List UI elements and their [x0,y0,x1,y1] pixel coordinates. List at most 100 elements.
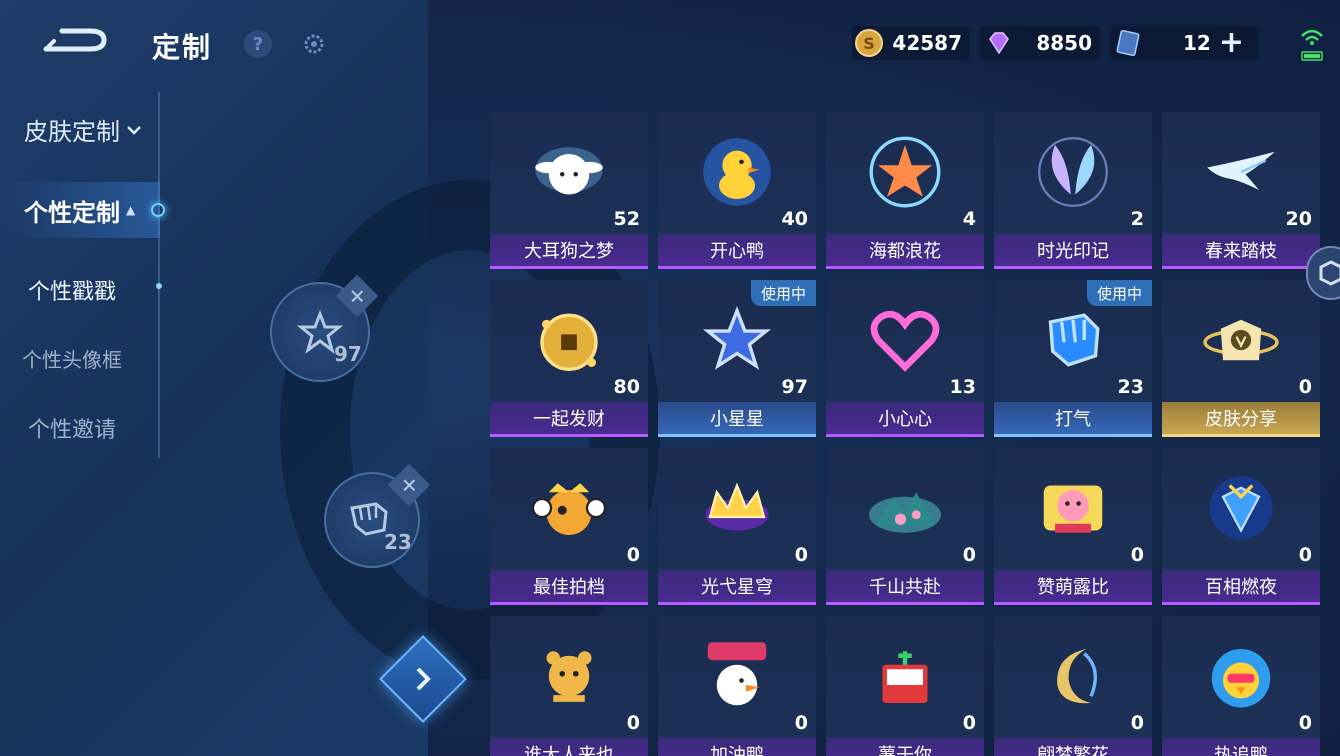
gem-currency: 8850 [980,26,1100,60]
item-card[interactable]: 40 开心鸭 [658,112,816,269]
item-label: 打气 [994,402,1152,437]
item-count: 4 [962,208,976,230]
item-count: 80 [613,376,640,398]
item-card[interactable]: 0 谁大人来也 [490,616,648,756]
item-card[interactable]: 0 千山共赴 [826,448,984,605]
item-count: 0 [626,544,640,566]
item-count: 0 [1130,712,1144,734]
item-card[interactable]: 0 皮肤分享 [1162,280,1320,437]
chevron-down-icon [127,125,141,135]
item-card[interactable]: 0 赞萌露比 [994,448,1152,605]
item-count: 0 [794,544,808,566]
svg-text:S: S [863,34,875,53]
item-count: 0 [794,712,808,734]
item-icon-area [826,112,984,232]
ticket-icon [1116,29,1140,57]
duck-icon [703,138,771,206]
item-card[interactable]: 0 加油鸭 [658,616,816,756]
back-button[interactable] [40,23,110,63]
item-icon-area [1162,280,1320,400]
cinnamoroll-icon [535,147,603,195]
item-label: 大耳狗之梦 [490,234,648,269]
item-count: 13 [949,376,976,398]
item-card[interactable]: 4 海都浪花 [826,112,984,269]
sidebar-divider [158,92,160,458]
crown-icon [705,482,769,531]
cheer-duck-icon [707,642,767,706]
item-label: 开心鸭 [658,234,816,269]
chevron-right-icon [416,667,431,691]
close-icon: ✕ [348,283,366,308]
slot-count: 97 [334,342,362,366]
sidebar-item-poke[interactable]: 个性戳戳 [28,274,116,306]
share-icon [1203,319,1279,361]
item-label: 加油鸭 [658,738,816,756]
in-use-badge: 使用中 [750,280,816,306]
item-label: 赞萌露比 [994,570,1152,605]
add-tickets-button[interactable]: + [1219,28,1244,58]
item-card[interactable]: 97 小星星 使用中 [658,280,816,437]
item-icon-area [826,616,984,736]
book-icon [882,651,928,703]
item-card[interactable]: 2 时光印记 [994,112,1152,269]
item-card[interactable]: 0 翩梦繁花 [994,616,1152,756]
item-count: 97 [781,376,808,398]
item-icon-area [1162,616,1320,736]
item-card[interactable]: 0 最佳拍档 [490,448,648,605]
item-count: 0 [1130,544,1144,566]
back-arrow-icon [43,28,107,52]
item-label: 翩梦繁花 [994,738,1152,756]
sidebar-item-label: 个性定制 [24,198,120,227]
sidebar-item-invite[interactable]: 个性邀请 [28,412,116,444]
caret-up-icon: ▲ [126,203,136,217]
item-label: 光弋星穹 [658,570,816,605]
item-count: 0 [962,544,976,566]
item-icon-area [994,448,1152,568]
item-label: 海都浪花 [826,234,984,269]
item-card[interactable]: 0 薯于你 [826,616,984,756]
swallow-icon [1207,151,1275,190]
active-indicator [151,203,165,217]
item-icon-area [826,448,984,568]
item-card[interactable]: 13 小心心 [826,280,984,437]
item-label: 皮肤分享 [1162,402,1320,437]
item-card[interactable]: 0 热追鸭 [1162,616,1320,756]
item-count: 0 [1298,376,1312,398]
topbar-left [40,18,110,68]
sidebar-item-label: 个性戳戳 [28,280,117,305]
in-use-badge: 使用中 [1086,280,1152,306]
item-count: 0 [962,712,976,734]
hexagon-icon [1319,260,1340,286]
item-icon-area [490,616,648,736]
ruby-icon [1043,485,1103,533]
item-card[interactable]: 23 打气 使用中 [994,280,1152,437]
item-card[interactable]: 0 百相燃夜 [1162,448,1320,605]
sidebar-item-personal-custom[interactable]: 个性定制 ▲ [0,182,160,238]
sun-duck-icon [1211,649,1271,708]
item-card[interactable]: 80 一起发财 [490,280,648,437]
item-icon-area [994,112,1152,232]
partner-icon [531,483,607,535]
help-button[interactable]: ? [244,30,272,58]
item-count: 52 [613,208,640,230]
item-label: 小心心 [826,402,984,437]
item-card[interactable]: 20 春来踏枝 [1162,112,1320,269]
item-count: 0 [1298,544,1312,566]
category-dropdown[interactable]: 皮肤定制 [24,112,142,147]
gold-currency: S 42587 [852,26,970,60]
item-icon-area [994,616,1152,736]
ticket-value: 12 [1183,31,1211,55]
sidebar-dot [156,283,162,289]
item-count: 23 [1117,376,1144,398]
close-icon: ✕ [400,472,418,497]
left-panel: 定制 ? 皮肤定制 个性定制 ▲ 个性戳戳 个性头像框 个性邀请 97 ✕ 23… [0,0,660,756]
fist-icon [1048,313,1100,367]
item-card[interactable]: 52 大耳狗之梦 [490,112,648,269]
category-label: 皮肤定制 [24,118,120,146]
settings-gear-icon[interactable] [302,32,326,56]
item-card[interactable]: 0 光弋星穹 [658,448,816,605]
item-icon-area [658,616,816,736]
sidebar-item-avatar-frame[interactable]: 个性头像框 [22,344,122,373]
ticket-currency: 12 + [1110,26,1258,60]
diamond-icon [989,32,1009,55]
